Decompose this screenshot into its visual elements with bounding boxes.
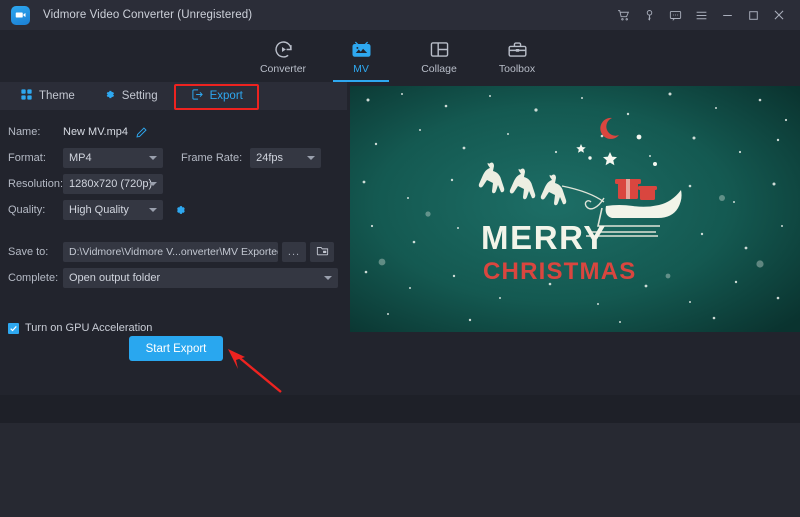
format-label: Format: (0, 152, 63, 164)
quality-value: High Quality (69, 204, 129, 216)
name-label: Name: (0, 126, 63, 138)
tab-collage-label: Collage (421, 63, 457, 75)
browse-button-label: ... (288, 246, 300, 258)
gpu-acceleration-checkbox[interactable]: Turn on GPU Acceleration (8, 322, 152, 334)
menu-icon[interactable] (688, 0, 714, 30)
video-preview[interactable]: MERRY CHRISTMAS (350, 86, 800, 332)
sub-tab-setting-label: Setting (122, 90, 158, 102)
title-bar: Vidmore Video Converter (Unregistered) (0, 0, 800, 30)
gear-icon (103, 88, 116, 104)
key-icon[interactable] (636, 0, 662, 30)
checkbox-checked-icon (8, 323, 19, 334)
field-row-resolution: Resolution: 1280x720 (720p) (0, 172, 347, 196)
resolution-select[interactable]: 1280x720 (720p) (63, 174, 163, 194)
chevron-down-icon (149, 182, 157, 186)
clip-toolbar: Add Edit Trim Ahead Behind Forward Backw… (0, 395, 800, 423)
tab-toolbox[interactable]: Toolbox (478, 30, 556, 82)
frame-rate-label: Frame Rate: (163, 152, 250, 164)
resolution-label: Resolution: (0, 178, 63, 190)
chevron-down-icon (149, 156, 157, 160)
minimize-icon[interactable] (714, 0, 740, 30)
chevron-down-icon (324, 276, 332, 280)
cart-icon[interactable] (610, 0, 636, 30)
field-row-save-to: Save to: D:\Vidmore\Vidmore V...onverter… (0, 240, 347, 264)
save-to-value: D:\Vidmore\Vidmore V...onverter\MV Expor… (69, 246, 278, 258)
tab-converter-label: Converter (260, 63, 306, 75)
tab-mv-label: MV (353, 63, 369, 75)
pencil-icon[interactable] (135, 126, 148, 139)
preview-title-christmas: CHRISTMAS (483, 258, 636, 285)
complete-label: Complete: (0, 272, 63, 284)
save-to-path-input[interactable]: D:\Vidmore\Vidmore V...onverter\MV Expor… (63, 242, 278, 262)
quality-label: Quality: (0, 204, 63, 216)
open-folder-button[interactable] (310, 242, 334, 262)
tab-collage[interactable]: Collage (400, 30, 478, 82)
window-controls (610, 0, 792, 30)
complete-select[interactable]: Open output folder (63, 268, 338, 288)
quality-settings-gear-icon[interactable] (173, 203, 187, 217)
theme-grid-icon (20, 88, 33, 104)
sub-tab-bar: Theme Setting Export (0, 82, 347, 110)
name-value: New MV.mp4 (63, 126, 128, 138)
gpu-acceleration-label: Turn on GPU Acceleration (25, 322, 152, 334)
complete-value: Open output folder (69, 272, 160, 284)
export-icon (191, 88, 204, 104)
toolbox-icon (507, 38, 528, 60)
sub-tab-setting[interactable]: Setting (103, 82, 158, 110)
app-window: Vidmore Video Converter (Unregistered) (0, 0, 800, 517)
sub-tab-theme[interactable]: Theme (20, 82, 75, 110)
main-navigation: Converter MV Collage Toolbox (0, 30, 800, 82)
field-row-quality: Quality: High Quality (0, 198, 347, 222)
start-export-button[interactable]: Start Export (129, 336, 223, 361)
collage-icon (429, 38, 450, 60)
mv-icon (351, 38, 372, 60)
player-controls: 00:00:00.08/00:00:17.10 16:9 1/2 Start E… (350, 332, 800, 390)
clip-strip: 00:00:10 (0, 423, 800, 517)
field-row-complete: Complete: Open output folder (0, 266, 347, 290)
format-value: MP4 (69, 152, 92, 164)
app-title: Vidmore Video Converter (Unregistered) (43, 9, 252, 21)
tab-toolbox-label: Toolbox (499, 63, 535, 75)
converter-icon (273, 38, 294, 60)
tab-mv[interactable]: MV (322, 30, 400, 82)
chevron-down-icon (307, 156, 315, 160)
save-to-label: Save to: (0, 246, 63, 258)
frame-rate-select[interactable]: 24fps (250, 148, 321, 168)
field-row-format: Format: MP4 Frame Rate: 24fps (0, 146, 347, 170)
frame-rate-value: 24fps (256, 152, 283, 164)
quality-select[interactable]: High Quality (63, 200, 163, 220)
resolution-value: 1280x720 (720p) (69, 178, 152, 190)
chevron-down-icon (149, 208, 157, 212)
folder-icon (316, 244, 329, 260)
maximize-icon[interactable] (740, 0, 766, 30)
sub-tab-export-label: Export (210, 90, 243, 102)
preview-frame: MERRY CHRISTMAS (350, 86, 800, 332)
browse-button[interactable]: ... (282, 242, 306, 262)
field-row-name: Name: New MV.mp4 (0, 120, 347, 144)
sub-tab-theme-label: Theme (39, 90, 75, 102)
close-icon[interactable] (766, 0, 792, 30)
feedback-icon[interactable] (662, 0, 688, 30)
format-select[interactable]: MP4 (63, 148, 163, 168)
app-logo-icon (11, 6, 30, 25)
sub-tab-export[interactable]: Export (191, 82, 243, 110)
preview-title-merry: MERRY (481, 219, 607, 256)
tab-converter[interactable]: Converter (244, 30, 322, 82)
